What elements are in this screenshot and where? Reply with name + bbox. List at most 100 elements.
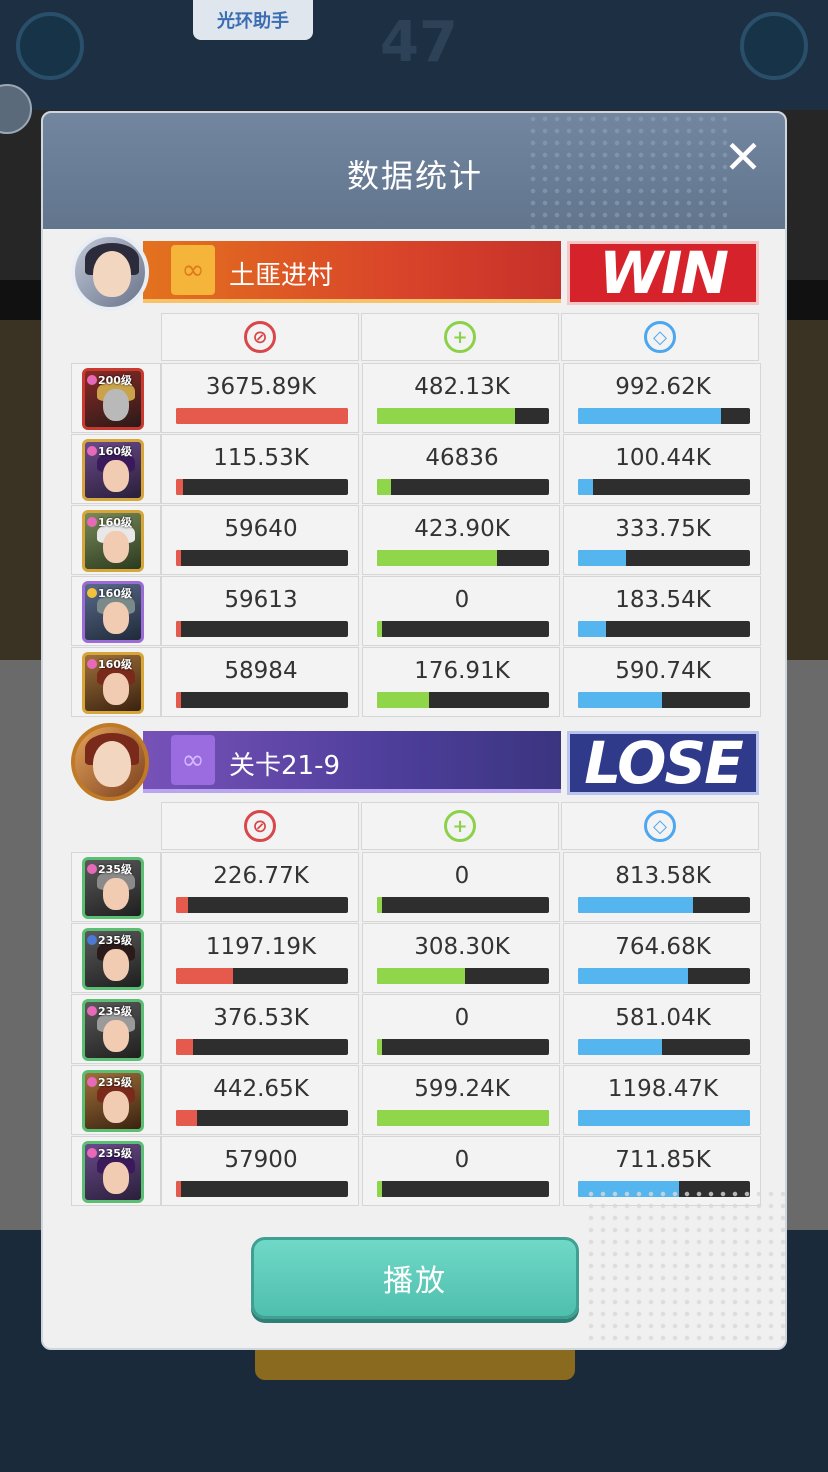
heal-bar [377,621,383,637]
heal-bar [377,968,465,984]
damage-icon: ⊘ [244,810,276,842]
shield-value: 711.85K [615,1147,711,1173]
table-row: 200级 3675.89K 482.13K 992.62K [71,363,761,433]
hero-level: 200级 [87,372,132,388]
shield-bar [578,550,627,566]
damage-value: 57900 [224,1147,298,1173]
damage-value: 442.65K [213,1076,309,1102]
team-win-stats: ⊘ + ◇ 200级 3675.89K 482.13K 992.62K 160级… [71,313,761,721]
team-avatar[interactable] [71,233,149,311]
team-name: 土匪进村 [229,261,334,291]
heal-bar [377,479,391,495]
team-flag-icon: ∞ [171,245,215,295]
damage-bar [176,692,182,708]
damage-bar [176,621,182,637]
result-badge: WIN [567,239,759,307]
hero-level: 235级 [87,861,132,877]
shield-value: 333.75K [615,516,711,542]
heal-bar [377,550,498,566]
damage-bar [176,479,183,495]
heal-value: 0 [454,1147,470,1173]
heal-value: 423.90K [414,516,510,542]
stats-dialog: 数据统计 ✕ ∞ 土匪进村 WIN ⊘ + ◇ 200级 3675.89K 48… [41,111,787,1350]
banner-underline [143,299,561,303]
shield-value: 1198.47K [607,1076,719,1102]
shield-icon: ◇ [644,321,676,353]
shield-value: 581.04K [615,1005,711,1031]
damage-value: 115.53K [213,445,309,471]
table-row: 235级 376.53K 0 581.04K [71,994,761,1064]
footer-pattern [585,1188,785,1348]
shield-bar [578,1110,750,1126]
hero-portrait[interactable]: 160级 [82,652,144,714]
table-row: 160级 59640 423.90K 333.75K [71,505,761,575]
dialog-header: 数据统计 ✕ [43,113,785,229]
helper-button[interactable]: 光环助手 [193,0,313,40]
shield-bar [578,479,594,495]
hero-level: 235级 [87,1145,132,1161]
heal-bar [377,897,383,913]
hero-level: 235级 [87,932,132,948]
hero-level: 160级 [87,585,132,601]
damage-icon: ⊘ [244,321,276,353]
damage-value: 1197.19K [205,934,317,960]
heal-bar [377,1181,383,1197]
damage-value: 59613 [224,587,298,613]
heal-bar [377,1110,549,1126]
heal-icon: + [444,810,476,842]
table-row: 160级 59613 0 183.54K [71,576,761,646]
damage-value: 376.53K [213,1005,309,1031]
table-row: 160级 115.53K 46836 100.44K [71,434,761,504]
damage-bar [176,1039,194,1055]
hero-portrait[interactable]: 160级 [82,581,144,643]
hero-portrait[interactable]: 160级 [82,439,144,501]
shield-icon: ◇ [644,810,676,842]
damage-bar [176,1181,182,1197]
table-row: 235级 1197.19K 308.30K 764.68K [71,923,761,993]
hero-portrait[interactable]: 200级 [82,368,144,430]
hero-portrait[interactable]: 235级 [82,999,144,1061]
damage-value: 59640 [224,516,298,542]
heal-value: 176.91K [414,658,510,684]
damage-bar [176,408,348,424]
shield-bar [578,621,606,637]
table-row: 160级 58984 176.91K 590.74K [71,647,761,717]
hero-portrait[interactable]: 160级 [82,510,144,572]
heal-bar [377,408,515,424]
hero-level: 160级 [87,514,132,530]
damage-value: 3675.89K [205,374,317,400]
damage-bar [176,897,189,913]
heal-value: 482.13K [414,374,510,400]
heal-value: 0 [454,587,470,613]
hero-portrait[interactable]: 235级 [82,928,144,990]
table-row: 235级 226.77K 0 813.58K [71,852,761,922]
shield-value: 590.74K [615,658,711,684]
table-row: 235级 442.65K 599.24K 1198.47K [71,1065,761,1135]
result-badge: LOSE [567,729,759,797]
shield-value: 813.58K [615,863,711,889]
damage-value: 226.77K [213,863,309,889]
hero-level: 235级 [87,1074,132,1090]
hero-portrait[interactable]: 235级 [82,1070,144,1132]
play-button[interactable]: 播放 [251,1237,579,1319]
shield-bar [578,692,663,708]
close-button[interactable]: ✕ [721,134,765,180]
shield-value: 764.68K [615,934,711,960]
team-lose-stats: ⊘ + ◇ 235级 226.77K 0 813.58K 235级 1197.1… [71,802,761,1210]
team-flag-icon: ∞ [171,735,215,785]
hero-level: 160级 [87,443,132,459]
background-score: 47 [380,10,458,75]
shield-value: 100.44K [615,445,711,471]
damage-value: 58984 [224,658,298,684]
shield-bar [578,897,694,913]
heal-value: 0 [454,1005,470,1031]
hero-portrait[interactable]: 235级 [82,1141,144,1203]
right-team-emblem [740,12,808,80]
team-name: 关卡21-9 [229,751,341,781]
heal-bar [377,692,429,708]
heal-icon: + [444,321,476,353]
hero-portrait[interactable]: 235级 [82,857,144,919]
shield-bar [578,1039,663,1055]
heal-value: 46836 [425,445,499,471]
team-avatar[interactable] [71,723,149,801]
